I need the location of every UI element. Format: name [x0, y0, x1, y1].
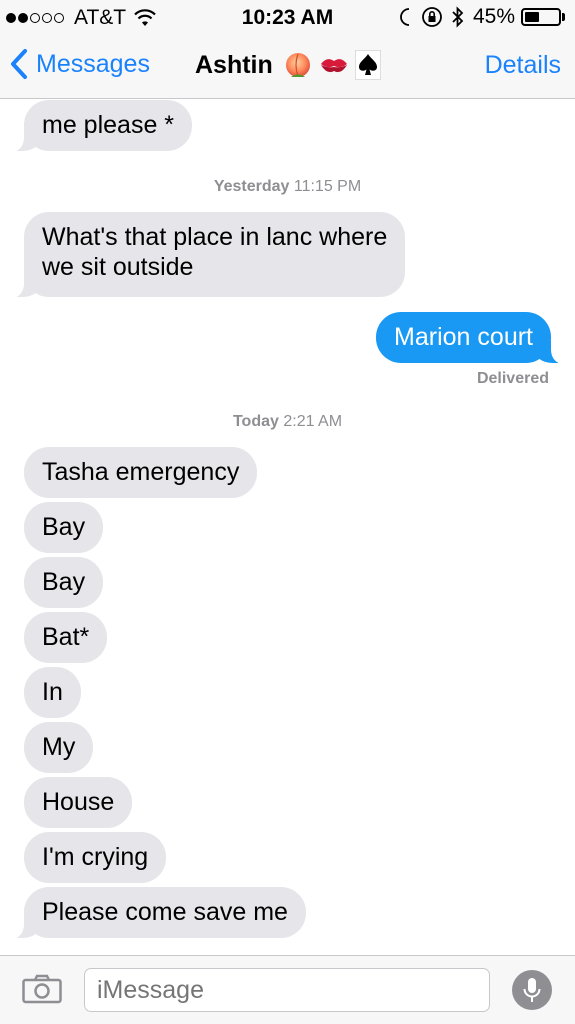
message-bubble-incoming[interactable]: Tasha emergency [24, 447, 258, 498]
timestamp-divider: Today 2:21 AM [0, 413, 575, 431]
back-label: Messages [36, 49, 150, 78]
back-chevron-icon [11, 49, 27, 79]
contact-name: Ashtin [195, 50, 273, 79]
rotation-lock-icon [422, 7, 442, 27]
composer-bar [0, 955, 575, 1024]
message-text: My [42, 733, 76, 761]
message-text: me please * [42, 111, 175, 139]
microphone-button[interactable] [512, 970, 552, 1010]
message-bubble-incoming[interactable]: me please * [9, 100, 193, 152]
message-thread[interactable]: me please * Yesterday 11:15 PM What's th… [0, 99, 575, 955]
timestamp-time: 11:15 PM [293, 178, 362, 195]
bluetooth-icon [452, 6, 464, 28]
timestamp-time: 2:21 AM [283, 413, 343, 430]
message-text: Tasha emergency [42, 458, 240, 486]
spade-emoji-icon [354, 50, 381, 80]
message-text: Bay [42, 568, 86, 596]
message-text-line-2: we sit outside [42, 253, 194, 281]
moon-icon [400, 8, 410, 26]
message-text-line-1: What's that place in lanc where [42, 223, 388, 251]
message-text: House [42, 788, 115, 816]
conversation-title[interactable]: Ashtin [195, 50, 381, 80]
camera-button[interactable] [22, 974, 62, 1009]
kiss-emoji-icon [320, 59, 347, 73]
microphone-icon [523, 978, 541, 1002]
message-input[interactable] [84, 968, 490, 1012]
message-bubble-incoming[interactable]: What's that place in lanc where we sit o… [9, 212, 406, 298]
message-text: Please come save me [42, 898, 288, 926]
timestamp-day: Yesterday [213, 178, 290, 195]
message-bubble-incoming[interactable]: Please come save me [10, 887, 306, 939]
battery-tip [562, 13, 565, 21]
message-bubble-incoming[interactable]: In [24, 667, 81, 718]
message-text: Bat* [42, 623, 90, 651]
message-bubble-incoming[interactable]: Bay [24, 502, 104, 553]
navigation-bar: Messages Ashtin Details [0, 36, 575, 99]
message-text: Bay [42, 513, 86, 541]
delivery-status: Delivered [476, 370, 549, 387]
message-bubble-outgoing[interactable]: Marion court [376, 312, 565, 364]
timestamp-divider: Yesterday 11:15 PM [0, 178, 575, 196]
battery-icon [521, 8, 561, 26]
battery-percentage: 45% [472, 5, 515, 28]
message-text: Marion court [394, 323, 533, 351]
message-bubble-incoming[interactable]: My [24, 722, 94, 773]
message-bubble-incoming[interactable]: House [24, 777, 133, 828]
message-bubble-incoming[interactable]: Bat* [24, 612, 108, 663]
message-text: I'm crying [42, 843, 149, 871]
message-bubble-incoming[interactable]: Bay [24, 557, 104, 608]
message-text: In [42, 678, 63, 706]
back-button[interactable]: Messages [10, 48, 150, 80]
timestamp-day: Today [232, 413, 279, 430]
camera-icon [22, 974, 62, 1004]
peach-emoji-icon [285, 53, 310, 77]
message-bubble-incoming[interactable]: I'm crying [24, 832, 167, 883]
status-right: 45% [397, 5, 565, 29]
status-bar: AT&T 10:23 AM 45% [0, 0, 575, 36]
details-button[interactable]: Details [485, 51, 561, 80]
battery-fill [525, 12, 539, 22]
